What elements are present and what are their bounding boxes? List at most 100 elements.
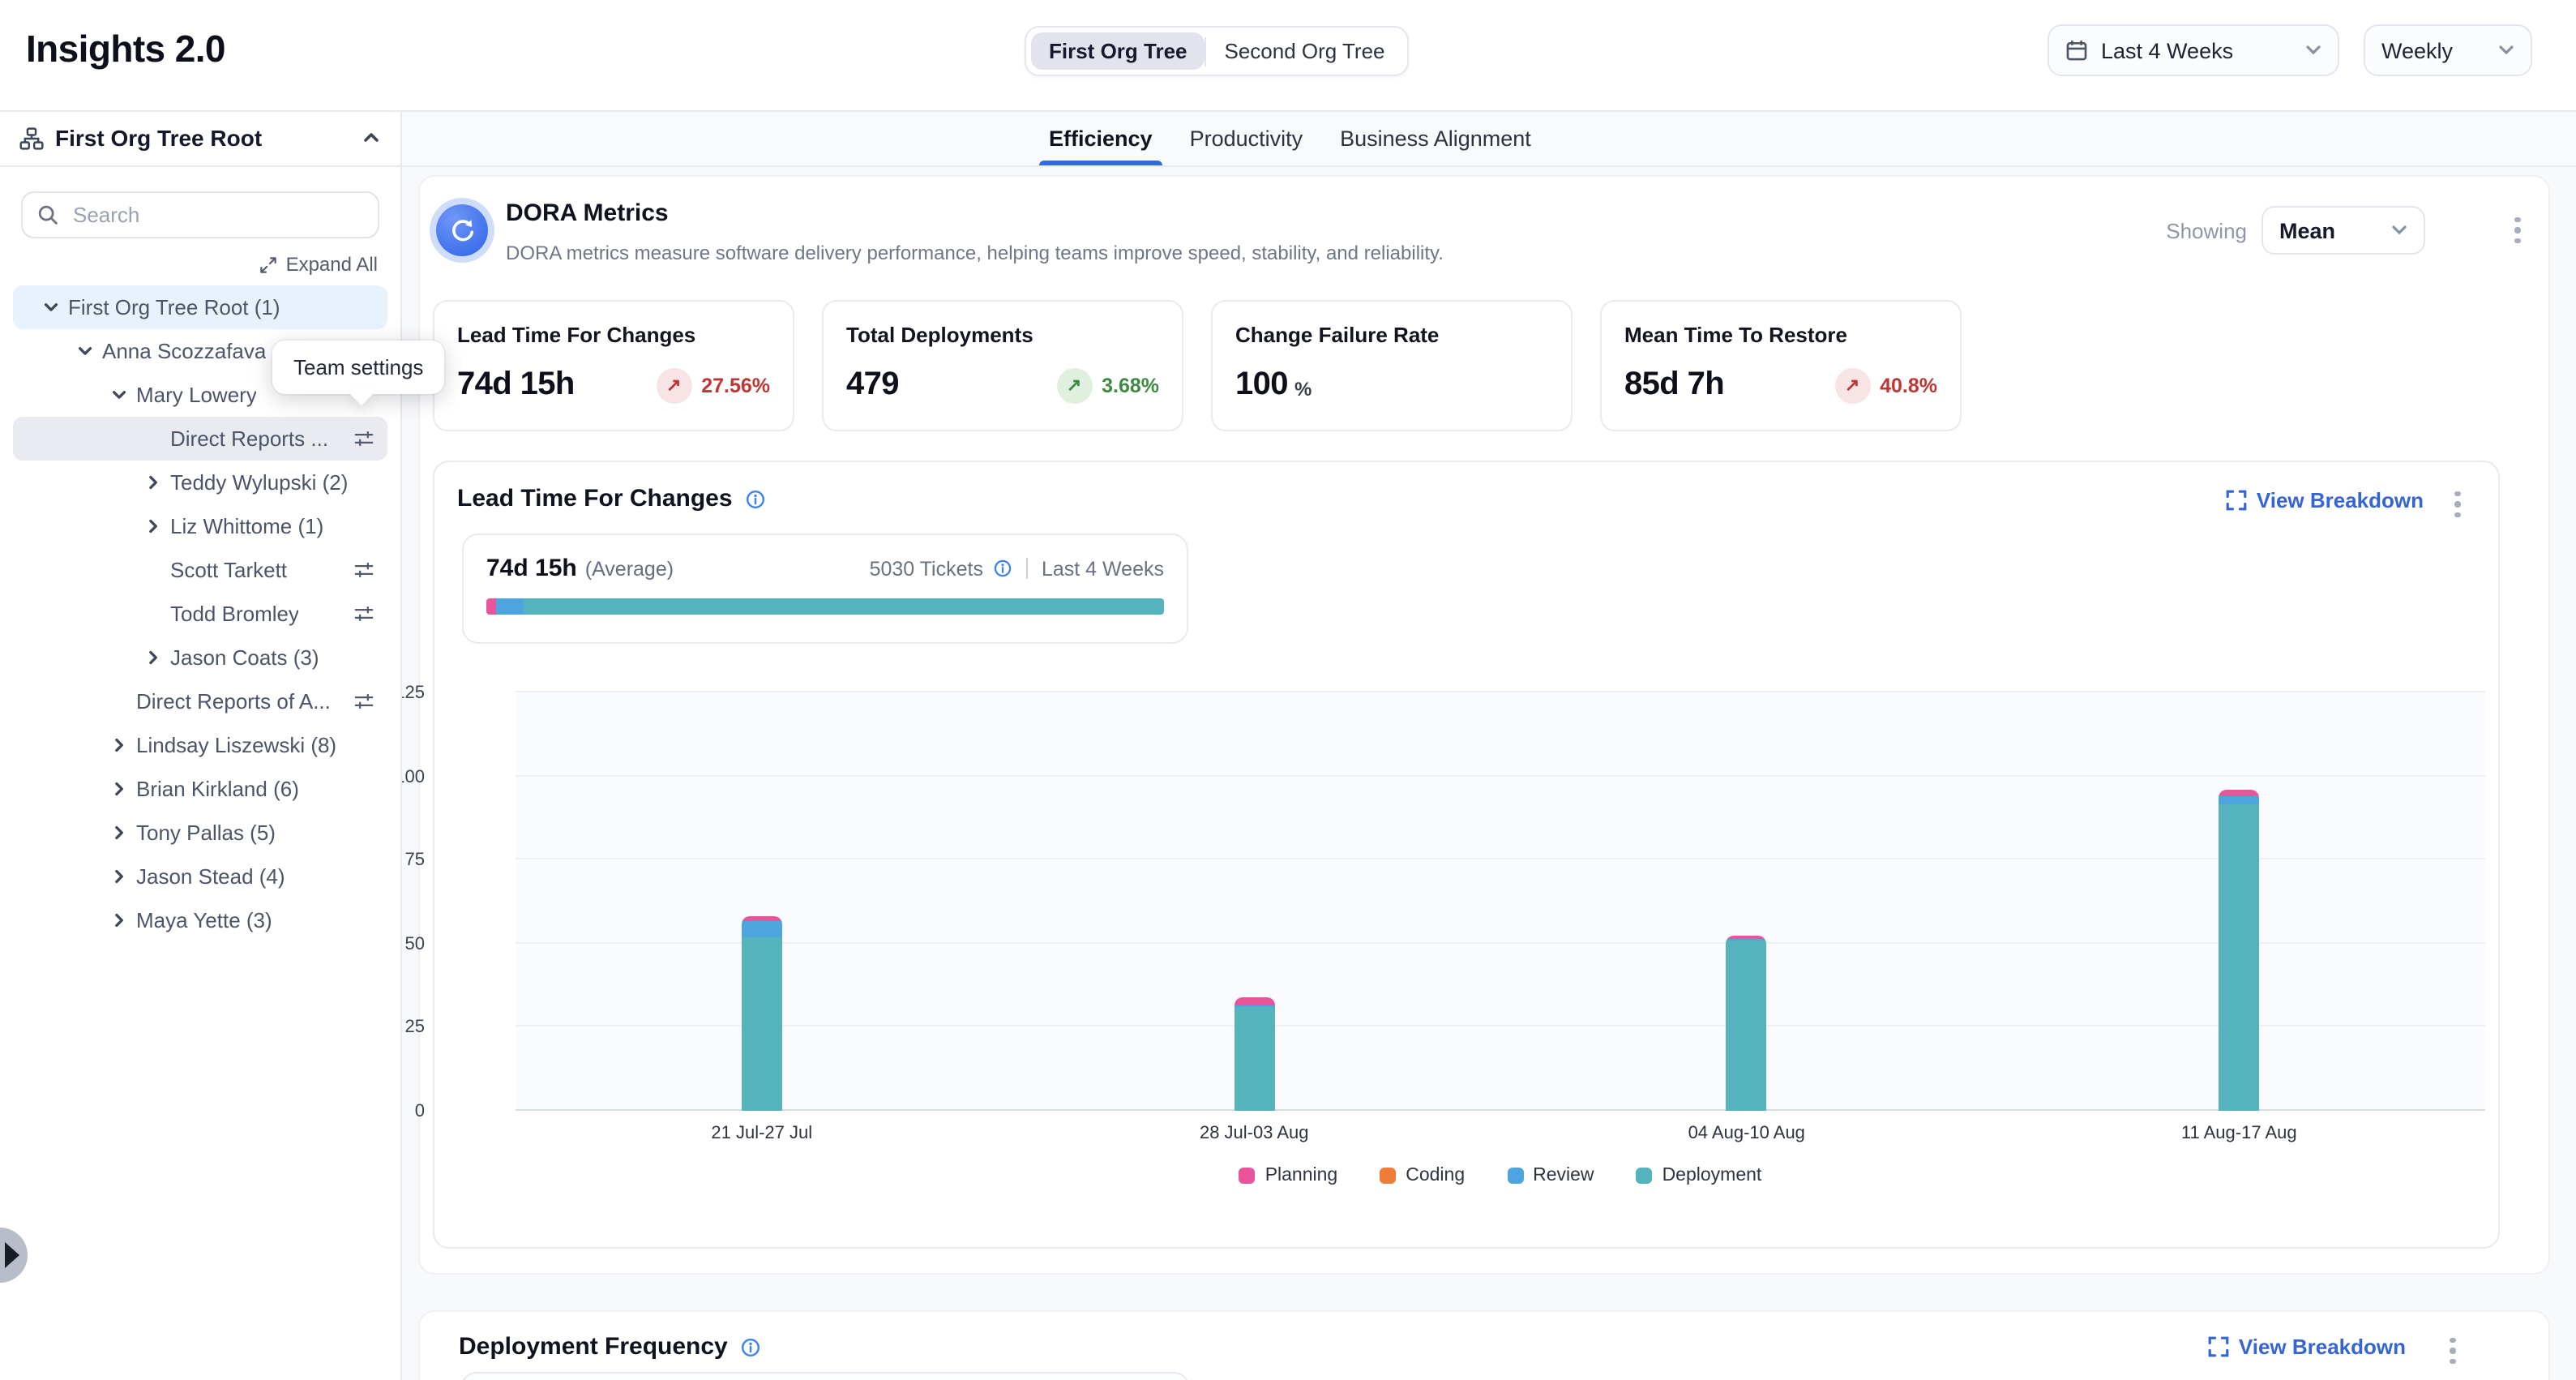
chevron-right-icon[interactable] (110, 868, 128, 885)
info-icon[interactable] (744, 487, 767, 510)
y-axis-tick: 0 (415, 1102, 425, 1121)
stacked-bar[interactable] (742, 915, 782, 1111)
insights-dashboard: Insights 2.0 First Org Tree Second Org T… (0, 0, 2576, 1380)
tree-item[interactable]: Tony Pallas (5) (13, 811, 387, 855)
stacked-bar[interactable] (1727, 935, 1767, 1111)
legend-label: Review (1533, 1166, 1594, 1185)
legend-swatch (1637, 1168, 1653, 1184)
info-icon[interactable] (993, 558, 1014, 579)
summary-top-row: 74d 15h (Average) 5030 Tickets Last 4 We… (486, 555, 1164, 582)
chevron-down-icon[interactable] (76, 342, 94, 360)
stat-card: Total Deployments479↗3.68% (822, 300, 1183, 431)
deployment-kebab-menu-icon[interactable] (2441, 1336, 2464, 1365)
chevron-right-icon[interactable] (110, 736, 128, 754)
chevron-right-icon[interactable] (110, 780, 128, 798)
tree-item[interactable]: Maya Yette (3) (13, 898, 387, 942)
info-icon[interactable] (739, 1335, 762, 1358)
tree-item[interactable]: First Org Tree Root (1) (13, 285, 387, 329)
org-toggle-second[interactable]: Second Org Tree (1207, 32, 1403, 70)
dora-kebab-menu-icon[interactable] (2506, 216, 2529, 245)
chevron-right-icon[interactable] (110, 911, 128, 929)
stat-card-value: 100 (1235, 366, 1288, 404)
chart-kebab-menu-icon[interactable] (2446, 490, 2469, 519)
view-breakdown-button[interactable]: View Breakdown (2208, 1335, 2406, 1359)
search-input[interactable] (70, 201, 363, 229)
x-axis-label: 04 Aug-10 Aug (1500, 1124, 1993, 1143)
page-title: Insights 2.0 (26, 28, 225, 71)
tree-item[interactable]: Scott Tarkett (13, 548, 387, 592)
sidebar-root-title: First Org Tree Root (55, 125, 350, 151)
tree-item[interactable]: Direct Reports ... (13, 417, 387, 461)
tree-item[interactable]: Jason Coats (3) (13, 636, 387, 679)
tab-bar-tabs: Efficiency Productivity Business Alignment (1046, 110, 1534, 165)
x-axis-label: 28 Jul-03 Aug (1008, 1124, 1501, 1143)
view-breakdown-icon (2226, 490, 2247, 511)
granularity-dropdown[interactable]: Weekly (2364, 24, 2532, 76)
tree-item[interactable]: Lindsay Liszewski (8) (13, 723, 387, 767)
collapse-chevron-up-icon[interactable] (362, 128, 381, 148)
deployment-frequency-panel: Deployment Frequency View Breakdown (418, 1310, 2550, 1380)
tree-item-label: Maya Yette (3) (136, 908, 272, 932)
arrow-up-right-icon: ↗ (1834, 367, 1870, 403)
tree-item[interactable]: Direct Reports of A... (13, 679, 387, 723)
date-range-dropdown[interactable]: Last 4 Weeks (2048, 24, 2339, 76)
y-axis-tick: 75 (405, 851, 426, 871)
showing-label: Showing (2166, 218, 2247, 242)
org-toggle-first[interactable]: First Org Tree (1031, 32, 1205, 70)
tree-item[interactable]: Brian Kirkland (6) (13, 767, 387, 811)
stat-card-value: 74d 15h (457, 366, 575, 404)
expand-all-label: Expand All (286, 253, 378, 276)
tab-productivity[interactable]: Productivity (1187, 110, 1307, 165)
view-breakdown-icon (2208, 1336, 2229, 1357)
tree-item[interactable]: Liz Whittome (1) (13, 504, 387, 548)
chart-bars (516, 692, 2485, 1111)
legend-item-coding[interactable]: Coding (1380, 1166, 1465, 1185)
search-icon (37, 204, 58, 225)
x-axis-label: 11 Aug-17 Aug (1993, 1124, 2486, 1143)
tree-item[interactable]: Jason Stead (4) (13, 855, 387, 898)
chart-column (1500, 692, 1993, 1111)
stat-card-delta: ↗27.56% (656, 367, 770, 403)
team-settings-icon[interactable] (353, 691, 374, 712)
team-settings-icon[interactable] (353, 559, 374, 581)
phase-segment-review (496, 598, 523, 615)
stat-card-unit: % (1294, 378, 1312, 401)
tree-item-label: Brian Kirkland (6) (136, 777, 299, 801)
legend-item-review[interactable]: Review (1507, 1166, 1594, 1185)
chevron-down-icon (2391, 224, 2407, 237)
aggregation-dropdown[interactable]: Mean (2261, 206, 2425, 255)
chevron-right-icon[interactable] (110, 824, 128, 842)
chevron-down-icon (2305, 44, 2321, 57)
legend-item-deployment[interactable]: Deployment (1637, 1166, 1762, 1185)
chevron-down-icon[interactable] (42, 298, 60, 316)
stacked-bar[interactable] (1234, 997, 1274, 1111)
tab-efficiency[interactable]: Efficiency (1046, 110, 1156, 165)
chevron-right-icon[interactable] (144, 649, 162, 666)
triangle-right-icon (5, 1242, 19, 1268)
team-settings-icon[interactable] (353, 428, 374, 449)
stacked-bar[interactable] (2219, 790, 2259, 1111)
org-tree-sidebar: First Org Tree Root Expand All First Org… (0, 110, 402, 1380)
expand-all-button[interactable]: Expand All (260, 253, 378, 276)
bar-segment-deployment (1727, 941, 1767, 1112)
bar-segment-deployment (1234, 1007, 1274, 1111)
stat-card-title: Mean Time To Restore (1624, 323, 1937, 347)
chevron-right-icon[interactable] (144, 517, 162, 535)
sidebar-search (21, 191, 379, 238)
meta-divider (1027, 558, 1029, 579)
tree-item-label: Todd Bromley (170, 602, 299, 626)
tree-item[interactable]: Teddy Wylupski (2) (13, 461, 387, 504)
tab-business-alignment[interactable]: Business Alignment (1337, 110, 1534, 165)
indent-spacer (144, 430, 162, 448)
legend-item-planning[interactable]: Planning (1239, 1166, 1338, 1185)
tree-item[interactable]: Todd Bromley (13, 592, 387, 636)
view-breakdown-button[interactable]: View Breakdown (2226, 488, 2424, 512)
chevron-right-icon[interactable] (144, 474, 162, 491)
dora-description: DORA metrics measure software delivery p… (506, 242, 1444, 264)
stat-card: Mean Time To Restore85d 7h↗40.8% (1600, 300, 1962, 431)
chart-column (1993, 692, 2486, 1111)
chevron-down-icon[interactable] (110, 386, 128, 404)
tree-item-label: Direct Reports ... (170, 426, 328, 451)
tree-item-label: Mary Lowery (136, 383, 257, 407)
team-settings-icon[interactable] (353, 603, 374, 624)
